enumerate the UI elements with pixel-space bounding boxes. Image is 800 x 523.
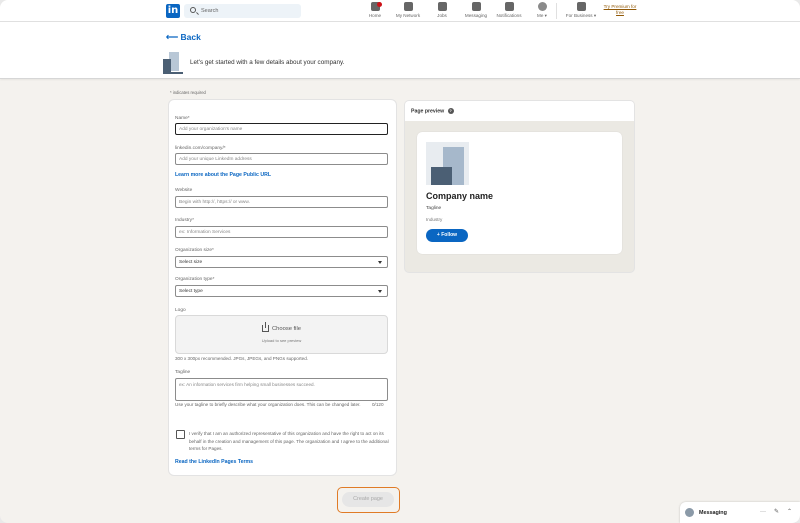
- name-input[interactable]: Add your organization's name: [175, 123, 388, 135]
- follow-button: + Follow: [426, 229, 468, 242]
- nav-my-network-label: My Network: [395, 13, 421, 18]
- industry-input[interactable]: ex: Information Services: [175, 226, 388, 238]
- chevron-up-icon[interactable]: ⌃: [787, 509, 792, 515]
- type-label: Organization type*: [175, 277, 215, 282]
- company-form: Name* Add your organization's name linke…: [169, 100, 396, 475]
- briefcase-icon: [437, 2, 447, 11]
- nav-messaging-label: Messaging: [464, 13, 488, 18]
- preview-title-text: Page preview: [411, 108, 445, 115]
- verify-checkbox[interactable]: [176, 430, 185, 439]
- home-badge: [377, 2, 382, 7]
- compose-icon[interactable]: ✎: [774, 509, 779, 515]
- people-icon: [403, 2, 413, 11]
- page-header: ⟵ Back Let's get started with a few deta…: [0, 22, 800, 79]
- upload-hint: Upload to see preview: [261, 338, 302, 343]
- company-logo-placeholder: [426, 142, 469, 185]
- type-select[interactable]: Select type: [175, 285, 388, 297]
- nav-for-business-label: For Business ▾: [565, 13, 597, 18]
- nav-notifications-label: Notifications: [496, 13, 522, 18]
- terms-link[interactable]: Read the LinkedIn Pages Terms: [175, 459, 253, 465]
- more-icon[interactable]: ···: [760, 509, 766, 515]
- name-label: Name*: [175, 116, 190, 121]
- grid-icon: [576, 2, 586, 11]
- chat-icon: [471, 2, 481, 11]
- website-label: Website: [175, 188, 193, 193]
- tagline-hint: Use your tagline to briefly describe wha…: [175, 402, 361, 407]
- page-preview: Page preview ? Company name Tagline Indu…: [405, 101, 634, 272]
- nav-messaging[interactable]: Messaging: [462, 2, 490, 19]
- create-page-button[interactable]: Create page: [342, 492, 394, 507]
- preview-card: Company name Tagline Industry + Follow: [417, 132, 622, 254]
- logo-upload[interactable]: Choose file Upload to see preview: [175, 315, 388, 354]
- chevron-down-icon: [378, 261, 382, 264]
- search-input[interactable]: Search: [184, 4, 301, 18]
- nav-home[interactable]: Home: [364, 2, 386, 19]
- verify-text: I verify that I am an authorized represe…: [189, 431, 389, 452]
- preview-industry: Industry: [426, 217, 443, 222]
- nav-me[interactable]: Me ▾: [532, 2, 552, 19]
- nav-divider: [556, 3, 557, 19]
- nav-me-label: Me ▾: [537, 13, 547, 18]
- choose-file-label: Choose file: [271, 326, 301, 332]
- size-select[interactable]: Select size: [175, 256, 388, 268]
- size-label: Organization size*: [175, 248, 214, 253]
- preview-tagline: Tagline: [426, 206, 442, 211]
- bell-icon: [504, 2, 514, 11]
- chevron-down-icon: [378, 290, 382, 293]
- search-icon: [190, 7, 196, 13]
- back-button[interactable]: ⟵ Back: [166, 32, 201, 43]
- avatar: [537, 2, 547, 11]
- preview-company-name: Company name: [426, 191, 494, 201]
- premium-link[interactable]: Try Premium for free: [600, 4, 640, 16]
- help-icon[interactable]: ?: [447, 108, 454, 114]
- tagline-counter: 0/120: [372, 402, 384, 407]
- logo-hint: 300 x 300px recommended. JPGs, JPEGs, an…: [175, 356, 309, 361]
- avatar: [685, 508, 694, 517]
- create-page-focus-ring: Create page: [337, 487, 400, 513]
- url-input[interactable]: Add your unique LinkedIn address: [175, 153, 388, 165]
- nav-home-label: Home: [368, 13, 382, 18]
- messaging-dock[interactable]: Messaging ··· ✎ ⌃: [680, 502, 800, 523]
- size-value: Select size: [179, 260, 203, 265]
- nav-for-business[interactable]: For Business ▾: [562, 2, 600, 19]
- public-url-link[interactable]: Learn more about the Page Public URL: [175, 172, 271, 178]
- nav-jobs-label: Jobs: [437, 13, 447, 18]
- top-nav: in Search Home My Network Jobs Messaging…: [0, 0, 800, 22]
- search-placeholder: Search: [201, 8, 219, 14]
- industry-label: Industry*: [175, 218, 194, 223]
- tagline-input[interactable]: ex: An information services firm helping…: [175, 378, 388, 401]
- upload-icon: [261, 322, 269, 332]
- required-note: * indicates required: [170, 90, 206, 95]
- linkedin-logo[interactable]: in: [166, 4, 180, 18]
- nav-notifications[interactable]: Notifications: [492, 2, 526, 19]
- app-frame: in Search Home My Network Jobs Messaging…: [0, 0, 800, 523]
- nav-jobs[interactable]: Jobs: [432, 2, 452, 19]
- messaging-label: Messaging: [699, 510, 727, 516]
- preview-title: Page preview ?: [405, 101, 634, 121]
- building-icon: [163, 52, 183, 74]
- type-value: Select type: [179, 289, 203, 294]
- page-subtitle: Let's get started with a few details abo…: [190, 59, 345, 66]
- logo-label: Logo: [175, 308, 186, 313]
- website-input[interactable]: Begin with http://, https:// or www.: [175, 196, 388, 208]
- url-label: linkedin.com/company/*: [175, 146, 226, 151]
- nav-my-network[interactable]: My Network: [392, 2, 424, 19]
- tagline-label: Tagline: [175, 370, 191, 375]
